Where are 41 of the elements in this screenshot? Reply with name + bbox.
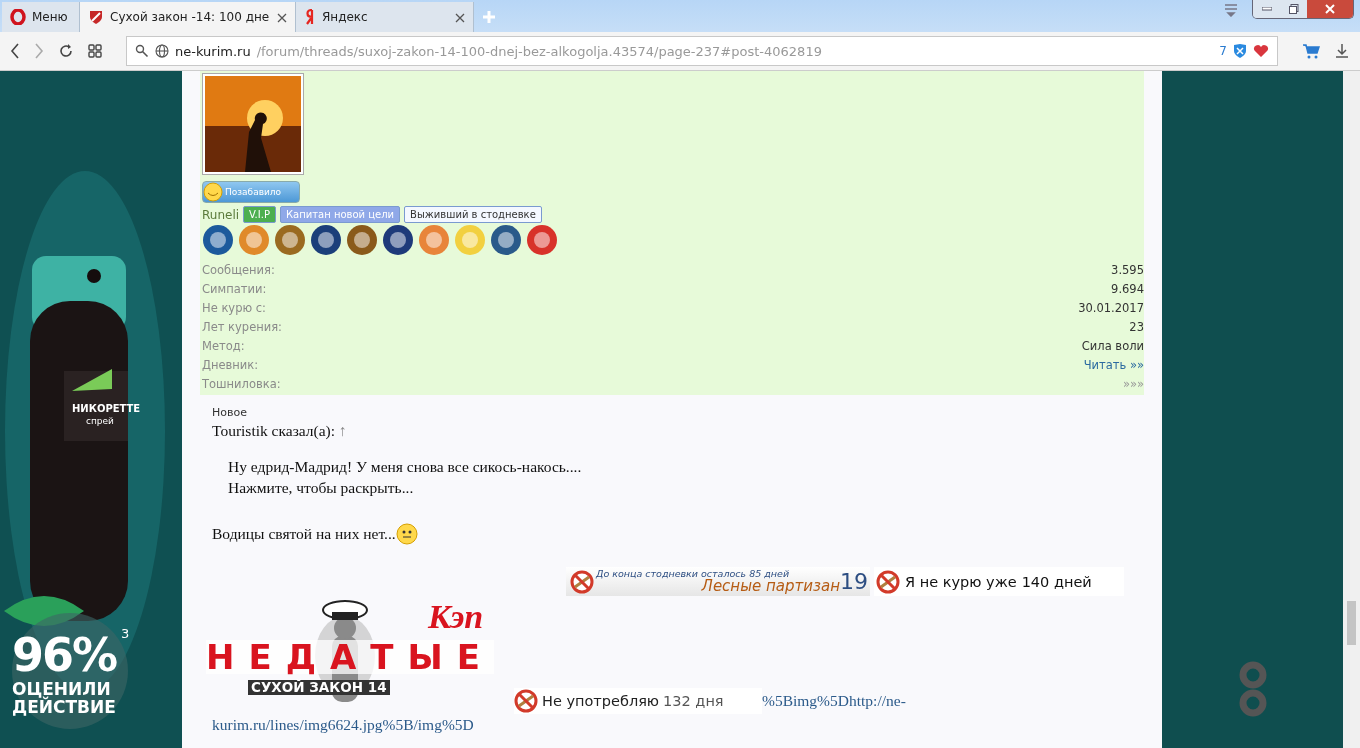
stat-value: 30.01.2017 [1078, 300, 1144, 315]
address-field[interactable]: ne-kurim.ru /forum/threads/suxoj-zakon-14-100-dnej-bez-alkogolja.43574/page-237#post-4062819 7 [126, 36, 1278, 66]
browser-tab[interactable]: Меню [2, 2, 80, 32]
reaction-badge: Позабавило [202, 181, 300, 203]
user-title-tag: Капитан новой цели [279, 206, 401, 223]
expand-link[interactable]: Нажмите, чтобы раскрыть... [228, 479, 1144, 497]
stat-value: Сила воли [1081, 338, 1144, 353]
quote-text: Ну едрид-Мадрид! У меня снова все сикось-накось.... [228, 458, 583, 476]
stat-label: Симпатии: [202, 281, 267, 296]
blocked-count: 7 [1219, 44, 1227, 58]
ad-caption: ОЦЕНИЛИ [12, 681, 111, 698]
userbar: Не употребляю 132 дня [514, 688, 762, 714]
new-label: Новое [212, 406, 248, 419]
url-path: /forum/threads/suxoj-zakon-14-100-dnej-bez-alkogolja.43574/page-237#post-4062819 [256, 43, 823, 59]
user-title-tag: Выживший в стодневке [404, 206, 542, 223]
url-host: ne-kurim.ru [175, 43, 251, 59]
image-link[interactable]: %5Bimg%5Dhttp://ne- [762, 692, 906, 710]
userbar: Я не курю уже 140 дней [874, 567, 1124, 596]
ad-percent: 96% [12, 632, 117, 678]
stat-link[interactable]: Читать »» [1083, 357, 1144, 372]
stat-label: Лет курения: [202, 319, 282, 334]
stat-value: 23 [1129, 319, 1144, 334]
stat-label: Сообщения: [202, 262, 275, 277]
stat-label: Дневник: [202, 357, 259, 372]
stat-label: Не курю с: [202, 300, 266, 315]
stat-value: 9.694 [1111, 281, 1144, 296]
quote-link[interactable]: ↑ [338, 422, 347, 439]
browser-tab[interactable]: Яндекс [296, 2, 474, 32]
post-text: Водицы святой на них нет... [212, 525, 396, 543]
user-title-tag: V.I.P [243, 206, 276, 223]
image-link[interactable]: kurim.ru/lines/img6624.jpg%5B/img%5D [212, 716, 1144, 734]
stat-label: Метод: [202, 338, 245, 353]
ad-product: спрей [86, 417, 114, 426]
stat-label: Тошниловка: [202, 376, 281, 391]
stat-value: 3.595 [1111, 262, 1144, 277]
quote-author: Touristik сказал(а): [212, 422, 336, 439]
team-logo: Кэп НЕДАТЫЕ СУХОЙ ЗАКОН 14 [200, 596, 500, 716]
browser-tab[interactable]: Сухой закон -14: 100 дне [80, 2, 296, 32]
ad-footnote: 3 [121, 627, 130, 640]
username[interactable]: Runeli [202, 207, 240, 222]
ad-brand: НИКОРЕТТЕ [72, 404, 141, 414]
